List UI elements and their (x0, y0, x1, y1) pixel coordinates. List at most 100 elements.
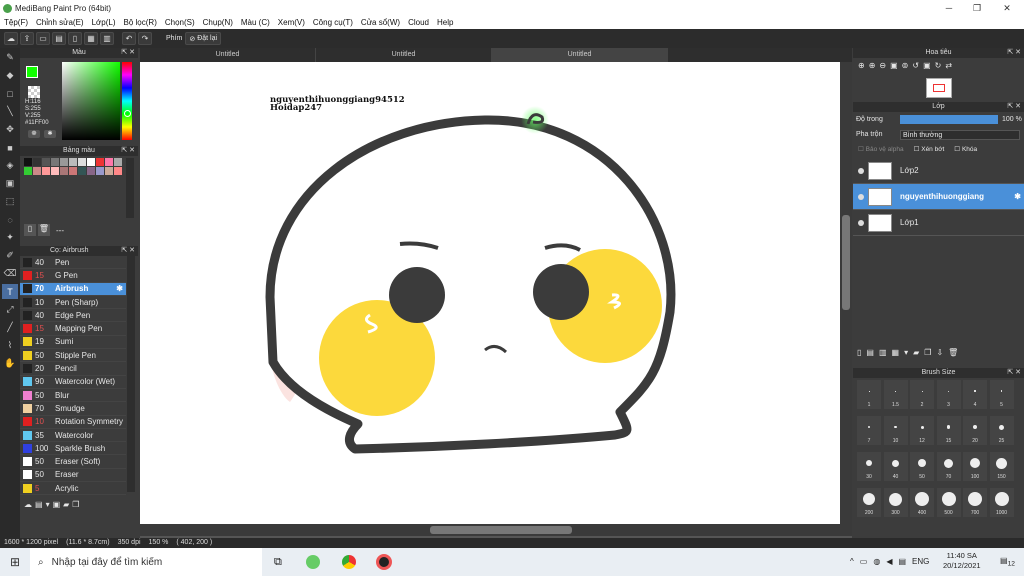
palette-swatch[interactable] (51, 158, 59, 166)
brush-size-cell[interactable]: 2 (910, 380, 934, 409)
delete-layer-icon[interactable]: 🗑 (948, 348, 958, 357)
comment-icon[interactable]: ▭ (36, 32, 50, 45)
select-pen-icon[interactable]: ✐ (2, 248, 18, 263)
brush-item[interactable]: 40 Edge Pen (20, 309, 126, 323)
windows-start-icon[interactable]: ⊞ (0, 555, 30, 569)
volume-icon[interactable]: ◀ (886, 557, 892, 566)
brush-item[interactable]: 50 Eraser (20, 469, 126, 483)
menu-snap[interactable]: Chụp(N) (199, 18, 237, 27)
brush-item[interactable]: 50 Stipple Pen (20, 349, 126, 363)
hue-slider[interactable] (122, 62, 132, 140)
layer-row[interactable]: nguyenthihuonggiang ✱ (853, 184, 1024, 210)
opacity-slider[interactable] (900, 115, 998, 124)
new-1bit-layer-icon[interactable]: ▦ (892, 348, 900, 357)
menu-color[interactable]: Màu (C) (237, 18, 274, 27)
cococ-browser-icon[interactable] (306, 555, 320, 569)
palette-swatch[interactable] (87, 158, 95, 166)
cloud-brush-icon[interactable]: ☁ (24, 500, 32, 509)
brush-size-cell[interactable]: 150 (989, 452, 1014, 481)
duplicate-icon[interactable]: ❐ (72, 500, 79, 509)
zoom-in-icon[interactable]: ⊕ (869, 61, 876, 70)
brush-settings-gear-icon[interactable]: ✱ (116, 284, 123, 293)
brush-item[interactable]: 20 Pencil (20, 362, 126, 376)
palette-swatch[interactable] (60, 158, 68, 166)
visibility-icon[interactable] (858, 167, 864, 174)
palette-swatch[interactable] (33, 167, 41, 175)
brush-item[interactable]: 100 Sparkle Brush (20, 442, 126, 456)
palette-swatch[interactable] (78, 158, 86, 166)
gradient-tool-icon[interactable]: ▣ (2, 176, 18, 191)
new-layer-icon[interactable]: ▯ (857, 348, 861, 357)
hand-tool-icon[interactable]: ✋ (2, 356, 18, 371)
tab-untitled-3[interactable]: Untitled (492, 48, 668, 62)
brush-item[interactable]: 50 Blur (20, 389, 126, 403)
language-indicator[interactable]: ENG (912, 557, 929, 566)
fit-window-icon[interactable]: ▣ (923, 61, 931, 70)
copy-brush-icon[interactable]: ▣ (53, 500, 61, 509)
menu-view[interactable]: Xem(V) (274, 18, 309, 27)
reset-button[interactable]: ⊘ Đặt lại (185, 32, 222, 45)
brush-item[interactable]: 35 Watercolor (20, 429, 126, 443)
menu-cloud[interactable]: Cloud (404, 18, 433, 27)
palette-swatch[interactable] (96, 158, 104, 166)
brush-size-cell[interactable]: 4 (963, 380, 987, 409)
palette-scrollbar[interactable] (126, 158, 134, 218)
redo-icon[interactable]: ↷ (138, 32, 152, 45)
navigator-preview[interactable] (926, 78, 952, 98)
tab-untitled-2[interactable]: Untitled (316, 48, 492, 62)
menu-edit[interactable]: Chỉnh sửa(E) (32, 18, 88, 27)
select-tool-icon[interactable]: ⬚ (2, 194, 18, 209)
brush-item[interactable]: 10 Pen (Sharp) (20, 296, 126, 310)
drawing-canvas[interactable]: nguyenthihuonggiang94512 Hoidap247 (140, 62, 840, 524)
brush-size-cell[interactable]: 10 (883, 416, 908, 445)
zoom-actual-icon[interactable]: ▣ (890, 61, 898, 70)
zoom-reset-icon[interactable]: ⊚ (902, 61, 909, 70)
magic-wand-icon[interactable]: ✦ (2, 230, 18, 245)
cloud-color-icon[interactable]: ❁ (28, 130, 40, 138)
brush-size-cell[interactable]: 1000 (989, 488, 1014, 517)
menu-filter[interactable]: Bộ lọc(R) (120, 18, 161, 27)
palette-swatch[interactable] (87, 167, 95, 175)
rect-tool-icon[interactable]: □ (2, 86, 18, 101)
search-box[interactable]: ⌕ Nhập tại đây để tìm kiếm (30, 548, 262, 576)
palette-swatch[interactable] (114, 158, 122, 166)
brush-item[interactable]: 70 Smudge (20, 402, 126, 416)
palette-swatch[interactable] (24, 167, 32, 175)
page-icon[interactable]: ▯ (68, 32, 82, 45)
chrome-icon[interactable] (342, 555, 356, 569)
text-layer-gear-icon[interactable]: ✱ (1014, 192, 1021, 201)
menu-layer[interactable]: Lớp(L) (88, 18, 120, 27)
palette-swatch[interactable] (69, 167, 77, 175)
palette-swatch[interactable] (60, 167, 68, 175)
rotate-left-icon[interactable]: ↺ (912, 61, 919, 70)
visibility-icon[interactable] (858, 193, 864, 200)
new-8bit-layer-icon[interactable]: ▥ (879, 348, 887, 357)
new-folder-icon[interactable]: ▰ (913, 348, 919, 357)
brush-scrollbar[interactable] (127, 256, 135, 492)
keyboard-icon[interactable]: ▤ (898, 557, 906, 566)
palette-swatch[interactable] (114, 167, 122, 175)
task-view-icon[interactable]: ⧉ (274, 556, 290, 569)
close-button[interactable]: ✕ (992, 0, 1022, 16)
palette-swatch[interactable] (78, 167, 86, 175)
brush-size-cell[interactable]: 200 (857, 488, 881, 517)
zoom-fit-icon[interactable]: ⊕ (858, 61, 865, 70)
brush-menu-icon[interactable]: ▾ (46, 500, 50, 509)
brush-size-cell[interactable]: 20 (963, 416, 987, 445)
chevron-up-icon[interactable]: ^ (850, 557, 854, 566)
operation-tool-icon[interactable]: ⤢ (2, 302, 18, 317)
lock-checkbox[interactable]: ☐ Khóa (954, 145, 977, 153)
brush-size-cell[interactable]: 400 (910, 488, 934, 517)
merge-layer-icon[interactable]: ⇩ (936, 348, 943, 357)
brush-size-cell[interactable]: 30 (857, 452, 881, 481)
palette-swatch[interactable] (105, 167, 113, 175)
vertical-scroll-thumb[interactable] (842, 215, 850, 310)
horizontal-scroll-thumb[interactable] (430, 526, 572, 534)
foreground-swatch[interactable] (26, 66, 38, 78)
transparent-swatch[interactable] (28, 86, 40, 98)
menu-help[interactable]: Help (433, 18, 457, 27)
hue-handle[interactable] (124, 110, 131, 117)
layer-row[interactable]: Lớp1 (853, 210, 1024, 236)
menu-file[interactable]: Tệp(F) (0, 18, 32, 27)
layer-menu-icon[interactable]: ▾ (904, 348, 908, 357)
